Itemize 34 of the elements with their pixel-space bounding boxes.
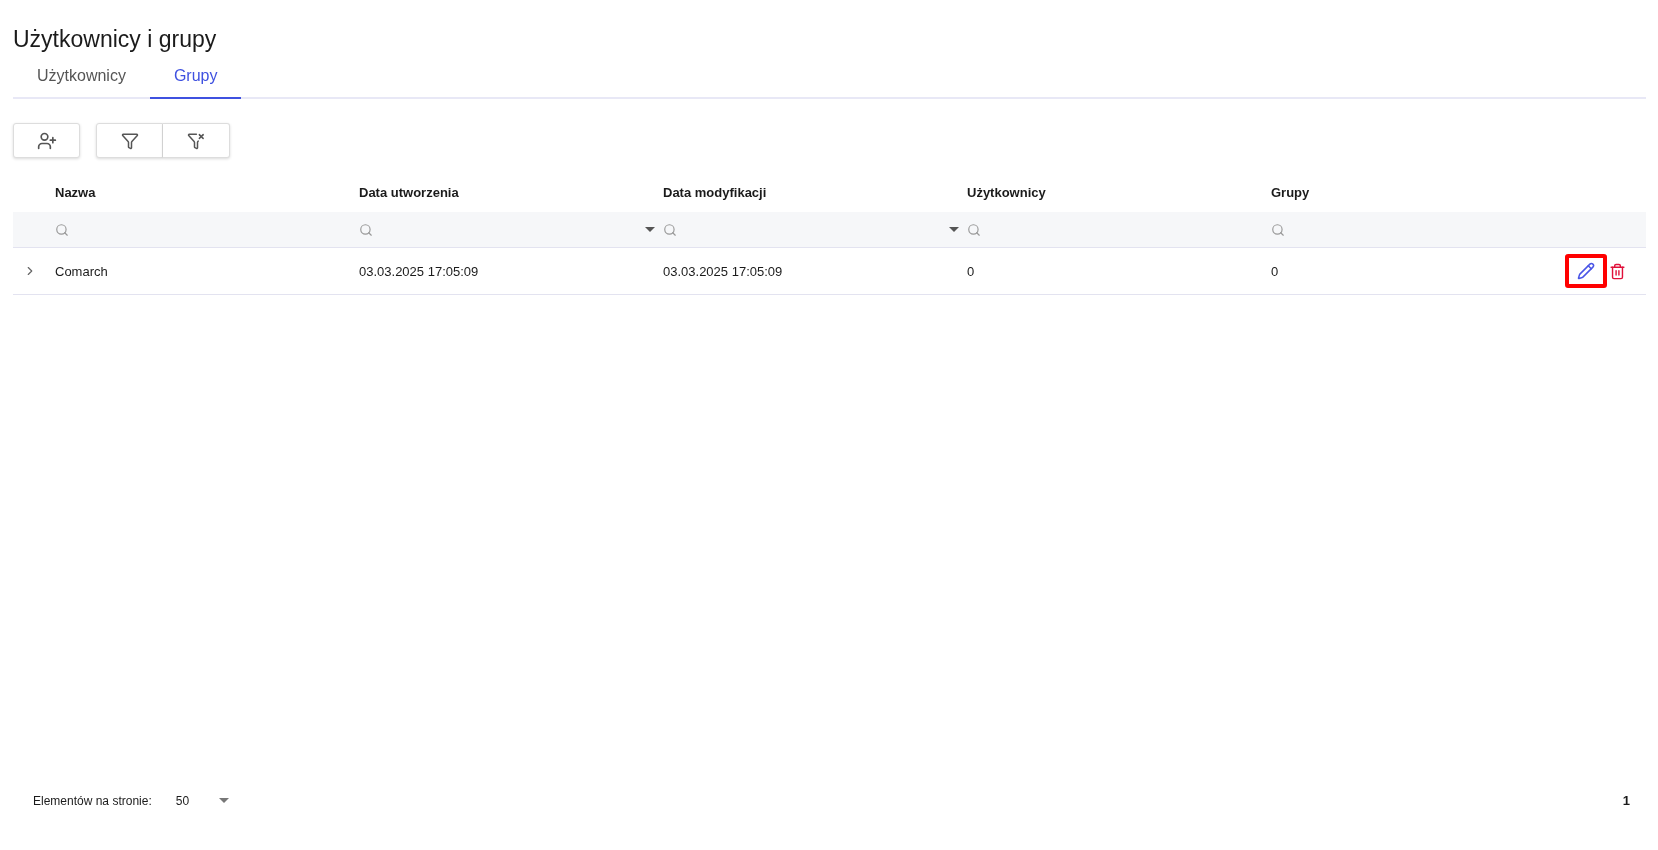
- search-icon[interactable]: [967, 222, 981, 237]
- page-title: Użytkownicy i grupy: [13, 26, 218, 53]
- column-header[interactable]: Data modyfikacji: [663, 184, 967, 200]
- pencil-icon: [1577, 262, 1595, 280]
- edit-button[interactable]: [1565, 254, 1607, 288]
- table-cell-text: 03.03.2025 17:05:09: [663, 263, 784, 279]
- search-icon[interactable]: [663, 222, 677, 237]
- table-cell-text: 0: [1271, 263, 1280, 279]
- column-header[interactable]: Grupy: [1271, 184, 1536, 200]
- trash-icon: [1609, 262, 1626, 280]
- table-cell-text: Comarch: [55, 263, 109, 279]
- user-plus-icon: [36, 130, 57, 151]
- filter-off-icon: [187, 131, 205, 150]
- add-user-button[interactable]: [13, 123, 80, 158]
- search-icon[interactable]: [359, 222, 373, 237]
- column-header[interactable]: Użytkownicy: [967, 184, 1271, 200]
- column-header[interactable]: Nazwa: [55, 184, 359, 200]
- column-header[interactable]: Data utworzenia: [359, 184, 663, 200]
- table-cell-text: 03.03.2025 17:05:09: [359, 263, 480, 279]
- clear-filter-button[interactable]: [163, 123, 230, 158]
- dropdown-caret-icon[interactable]: [949, 226, 959, 233]
- page-size-label: Elementów na stronie:: [33, 793, 152, 808]
- filter-button[interactable]: [96, 123, 163, 158]
- table-cell-text: 0: [967, 263, 976, 279]
- page-number[interactable]: 1: [1622, 793, 1630, 808]
- tab[interactable]: Użytkownicy: [13, 61, 150, 99]
- search-icon[interactable]: [1271, 222, 1285, 237]
- dropdown-caret-icon: [219, 797, 230, 804]
- search-icon[interactable]: [55, 222, 69, 237]
- delete-button[interactable]: [1609, 262, 1626, 280]
- filter-icon: [120, 131, 139, 150]
- page-size-select[interactable]: 50: [175, 793, 230, 808]
- dropdown-caret-icon[interactable]: [645, 226, 655, 233]
- tab[interactable]: Grupy: [149, 61, 242, 99]
